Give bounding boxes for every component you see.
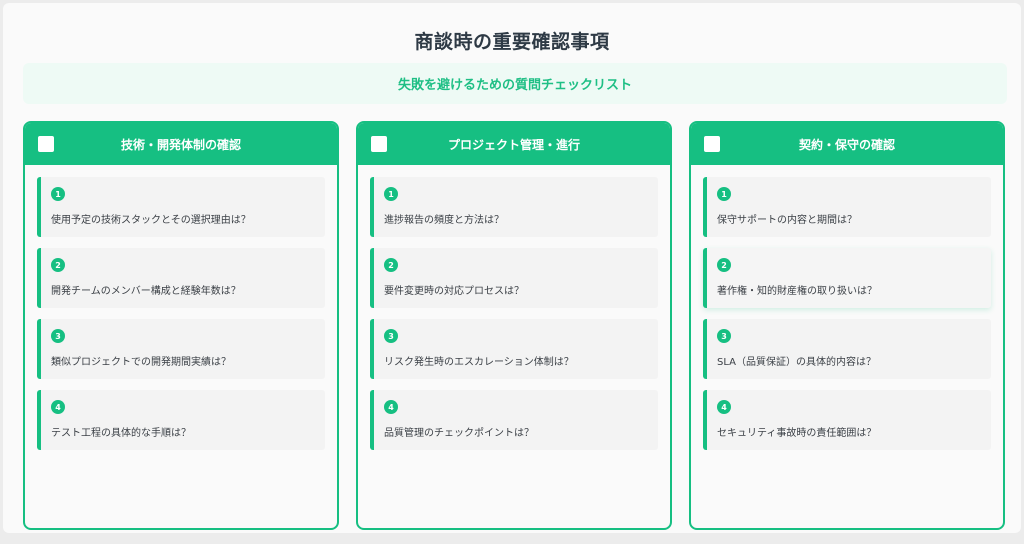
number-badge: 3: [717, 329, 731, 343]
checkbox-icon[interactable]: [371, 136, 387, 152]
card-header-label: 技術・開発体制の確認: [120, 137, 241, 152]
number-badge: 4: [717, 400, 731, 414]
checkbox-icon[interactable]: [38, 136, 54, 152]
list-item: 4 セキュリティ事故時の責任範囲は？: [703, 390, 991, 450]
subtitle-text: 失敗を避けるための質問チェックリスト: [397, 78, 632, 93]
list-item: 2 著作権・知的財産権の取り扱いは？: [703, 248, 991, 308]
number-badge: 2: [51, 258, 65, 272]
question-text: テスト工程の具体的な手順は？: [51, 428, 191, 439]
subtitle-banner: 失敗を避けるための質問チェックリスト: [23, 63, 1007, 104]
list-item: 3 類似プロジェクトでの開発期間実績は？: [37, 319, 325, 379]
list-item: 3 SLA（品質保証）の具体的内容は？: [703, 319, 991, 379]
number-badge: 2: [384, 258, 398, 272]
card-project-management: プロジェクト管理・進行 1 進捗報告の頻度と方法は？ 2 要件変更時の対応プロセ…: [356, 121, 672, 530]
card-contract-maintenance: 契約・保守の確認 1 保守サポートの内容と期間は？ 2 著作権・知的財産権の取り…: [689, 121, 1005, 530]
list-item: 2 要件変更時の対応プロセスは？: [370, 248, 658, 308]
question-text: 開発チームのメンバー構成と経験年数は？: [51, 286, 241, 297]
card-header: 技術・開発体制の確認: [25, 123, 337, 165]
number-badge: 1: [384, 187, 398, 201]
list-item: 1 使用予定の技術スタックとその選択理由は？: [37, 177, 325, 237]
question-text: 品質管理のチェックポイントは？: [384, 428, 534, 439]
number-badge: 3: [51, 329, 65, 343]
card-header-label: プロジェクト管理・進行: [447, 137, 580, 152]
list-item: 2 開発チームのメンバー構成と経験年数は？: [37, 248, 325, 308]
card-header-label: 契約・保守の確認: [798, 137, 895, 152]
question-text: 保守サポートの内容と期間は？: [717, 215, 857, 226]
question-text: 要件変更時の対応プロセスは？: [384, 286, 524, 297]
checkbox-icon[interactable]: [704, 136, 720, 152]
list-item: 1 進捗報告の頻度と方法は？: [370, 177, 658, 237]
question-text: 進捗報告の頻度と方法は？: [384, 215, 504, 226]
question-text: SLA（品質保証）の具体的内容は？: [717, 357, 876, 368]
card-header: 契約・保守の確認: [691, 123, 1003, 165]
list-item: 4 品質管理のチェックポイントは？: [370, 390, 658, 450]
number-badge: 2: [717, 258, 731, 272]
question-text: 類似プロジェクトでの開発期間実績は？: [51, 357, 231, 368]
list-item: 4 テスト工程の具体的な手順は？: [37, 390, 325, 450]
question-text: リスク発生時のエスカレーション体制は？: [384, 357, 574, 368]
card-tech-dev: 技術・開発体制の確認 1 使用予定の技術スタックとその選択理由は？ 2 開発チー…: [23, 121, 339, 530]
number-badge: 4: [51, 400, 65, 414]
card-header: プロジェクト管理・進行: [358, 123, 670, 165]
list-item: 1 保守サポートの内容と期間は？: [703, 177, 991, 237]
question-text: 使用予定の技術スタックとその選択理由は？: [51, 215, 251, 226]
number-badge: 3: [384, 329, 398, 343]
checklist-page: 商談時の重要確認事項 失敗を避けるための質問チェックリスト 技術・開発体制の確認…: [3, 3, 1021, 533]
page-title: 商談時の重要確認事項: [414, 31, 610, 53]
number-badge: 4: [384, 400, 398, 414]
question-text: 著作権・知的財産権の取り扱いは？: [717, 286, 877, 297]
list-item: 3 リスク発生時のエスカレーション体制は？: [370, 319, 658, 379]
number-badge: 1: [717, 187, 731, 201]
question-text: セキュリティ事故時の責任範囲は？: [717, 428, 877, 439]
number-badge: 1: [51, 187, 65, 201]
